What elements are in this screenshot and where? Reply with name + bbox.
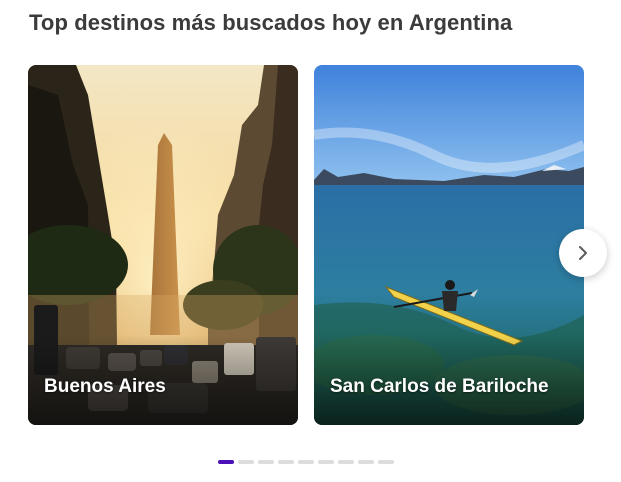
pagination-dot-1[interactable] xyxy=(218,460,234,464)
carousel-next-button[interactable] xyxy=(559,229,607,277)
section-title: Top destinos más buscados hoy en Argenti… xyxy=(29,10,513,35)
chevron-right-icon xyxy=(579,246,587,260)
pagination-dot-7[interactable] xyxy=(338,460,354,464)
destination-card-bariloche[interactable]: San Carlos de Bariloche xyxy=(314,65,584,425)
destination-label: Buenos Aires xyxy=(44,376,166,397)
pagination-dot-3[interactable] xyxy=(258,460,274,464)
destination-label: San Carlos de Bariloche xyxy=(330,376,549,397)
pagination-dot-8[interactable] xyxy=(358,460,374,464)
pagination-dot-5[interactable] xyxy=(298,460,314,464)
carousel-pagination xyxy=(218,460,394,464)
pagination-dot-4[interactable] xyxy=(278,460,294,464)
pagination-dot-2[interactable] xyxy=(238,460,254,464)
pagination-dot-6[interactable] xyxy=(318,460,334,464)
pagination-dot-9[interactable] xyxy=(378,460,394,464)
destination-card-buenos-aires[interactable]: Buenos Aires xyxy=(28,65,298,425)
